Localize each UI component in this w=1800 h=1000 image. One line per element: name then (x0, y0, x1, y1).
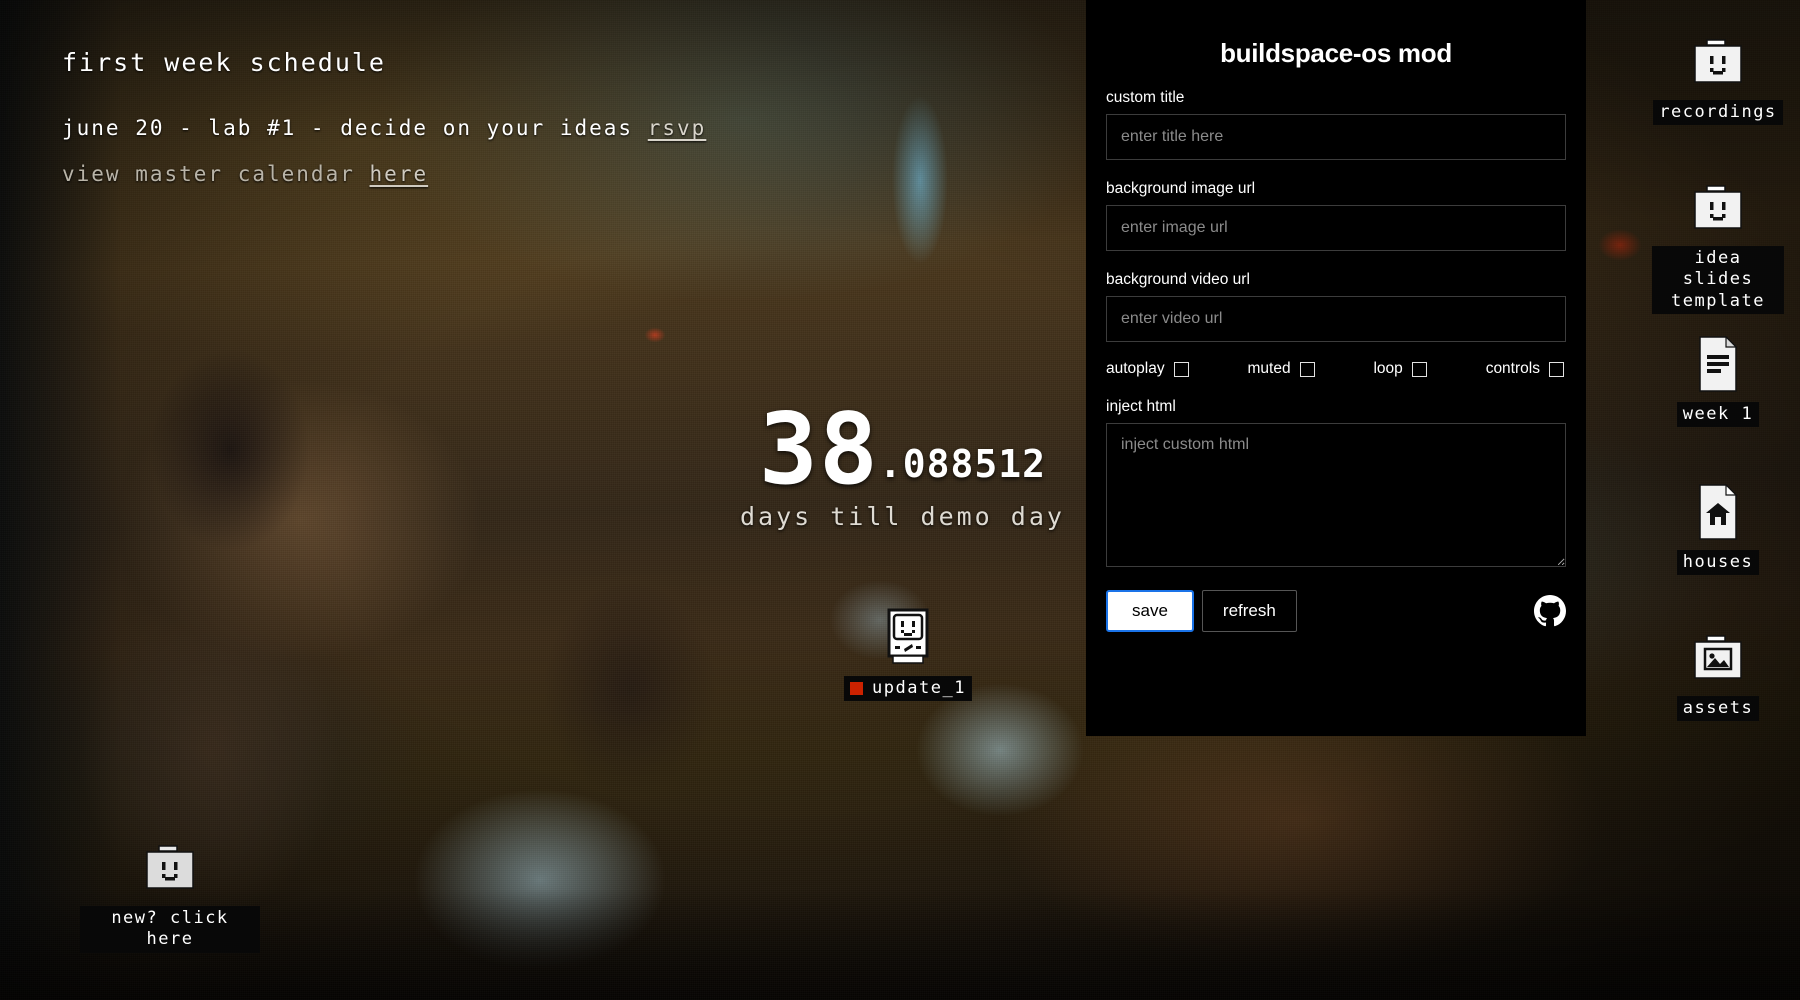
autoplay-checkbox[interactable]: autoplay (1106, 360, 1189, 378)
checkbox-icon[interactable] (1173, 361, 1189, 377)
field-custom-title: custom title (1106, 89, 1566, 160)
happy-mac-icon (838, 608, 978, 670)
countdown-days-value: 38 (758, 393, 879, 507)
controls-checkbox[interactable]: controls (1486, 360, 1564, 378)
panel-title: buildspace-os mod (1220, 38, 1452, 68)
schedule-line-lab: june 20 - lab #1 - decide on your ideas … (62, 116, 706, 140)
schedule-overlay: first week schedule june 20 - lab #1 - d… (62, 48, 706, 186)
calendar-text: view master calendar (62, 162, 355, 186)
field-inject-html: inject html (1106, 398, 1566, 572)
document-house-icon (1652, 482, 1784, 544)
folder-smiley-icon (1652, 32, 1784, 94)
desktop-icon-idea-slides-template[interactable]: idea slides template (1652, 178, 1784, 314)
panel-actions-row: save refresh (1106, 590, 1566, 632)
rsvp-link[interactable]: rsvp (648, 116, 707, 140)
loop-label: loop (1373, 360, 1403, 377)
desktop-icon-label: houses (1676, 550, 1760, 576)
demo-day-countdown: 38 .088512 days till demo day (740, 393, 1065, 532)
refresh-button[interactable]: refresh (1201, 590, 1297, 632)
inject-html-label: inject html (1106, 398, 1176, 415)
desktop-icon-label: assets (1676, 696, 1760, 722)
checkbox-icon[interactable] (1299, 361, 1315, 377)
desktop-icon-recordings[interactable]: recordings (1652, 32, 1784, 126)
buildspace-os-mod-panel: buildspace-os mod custom title backgroun… (1086, 0, 1586, 736)
desktop-icon-update-1[interactable]: update_1 (838, 608, 978, 702)
checkbox-icon[interactable] (1411, 361, 1427, 377)
desktop-icon-assets[interactable]: assets (1652, 628, 1784, 722)
desktop-icon-label: update_1 (872, 678, 966, 698)
schedule-title: first week schedule (62, 48, 386, 77)
desktop-icon-week-1[interactable]: week 1 (1652, 334, 1784, 428)
desktop-icon-label: week 1 (1676, 402, 1760, 428)
status-dot-icon (850, 682, 864, 696)
checkbox-icon[interactable] (1548, 361, 1564, 377)
desktop-icon-label: new? click here (80, 906, 260, 953)
folder-smiley-icon (1652, 178, 1784, 240)
countdown-caption: days till demo day (740, 502, 1065, 532)
inject-html-textarea[interactable] (1106, 423, 1566, 567)
desktop-icon-label: idea slides template (1652, 246, 1784, 314)
desktop-icon-houses[interactable]: houses (1652, 482, 1784, 576)
custom-title-input[interactable] (1106, 114, 1566, 160)
muted-label: muted (1247, 360, 1291, 377)
background-image-url-label: background image url (1106, 180, 1256, 197)
save-button[interactable]: save (1106, 590, 1194, 632)
calendar-here-link[interactable]: here (370, 162, 429, 186)
background-image-url-input[interactable] (1106, 205, 1566, 251)
background-video-url-input[interactable] (1106, 296, 1566, 342)
field-background-image-url: background image url (1106, 180, 1566, 251)
video-flags-row: autoplay muted loop controls (1106, 360, 1566, 378)
autoplay-label: autoplay (1106, 360, 1165, 377)
loop-checkbox[interactable]: loop (1373, 360, 1427, 378)
desktop-icon-label-update-1: update_1 (844, 676, 972, 702)
muted-checkbox[interactable]: muted (1248, 360, 1315, 378)
desktop-icon-label: recordings (1653, 100, 1783, 126)
background-video-url-label: background video url (1106, 271, 1250, 288)
controls-label: controls (1485, 360, 1540, 377)
schedule-line-calendar: view master calendar here (62, 162, 706, 186)
desktop-icon-new-click-here[interactable]: new? click here (80, 838, 260, 953)
countdown-value-row: 38 .088512 (740, 393, 1065, 507)
folder-smiley-icon (80, 838, 260, 900)
custom-title-label: custom title (1106, 89, 1185, 106)
countdown-fraction-value: .088512 (878, 442, 1047, 487)
folder-image-icon (1652, 628, 1784, 690)
document-lines-icon (1652, 334, 1784, 396)
github-icon[interactable] (1534, 595, 1566, 627)
field-background-video-url: background video url (1106, 271, 1566, 342)
desktop-root: first week schedule june 20 - lab #1 - d… (0, 0, 1800, 1000)
schedule-lab-text: june 20 - lab #1 - decide on your ideas (62, 116, 634, 140)
